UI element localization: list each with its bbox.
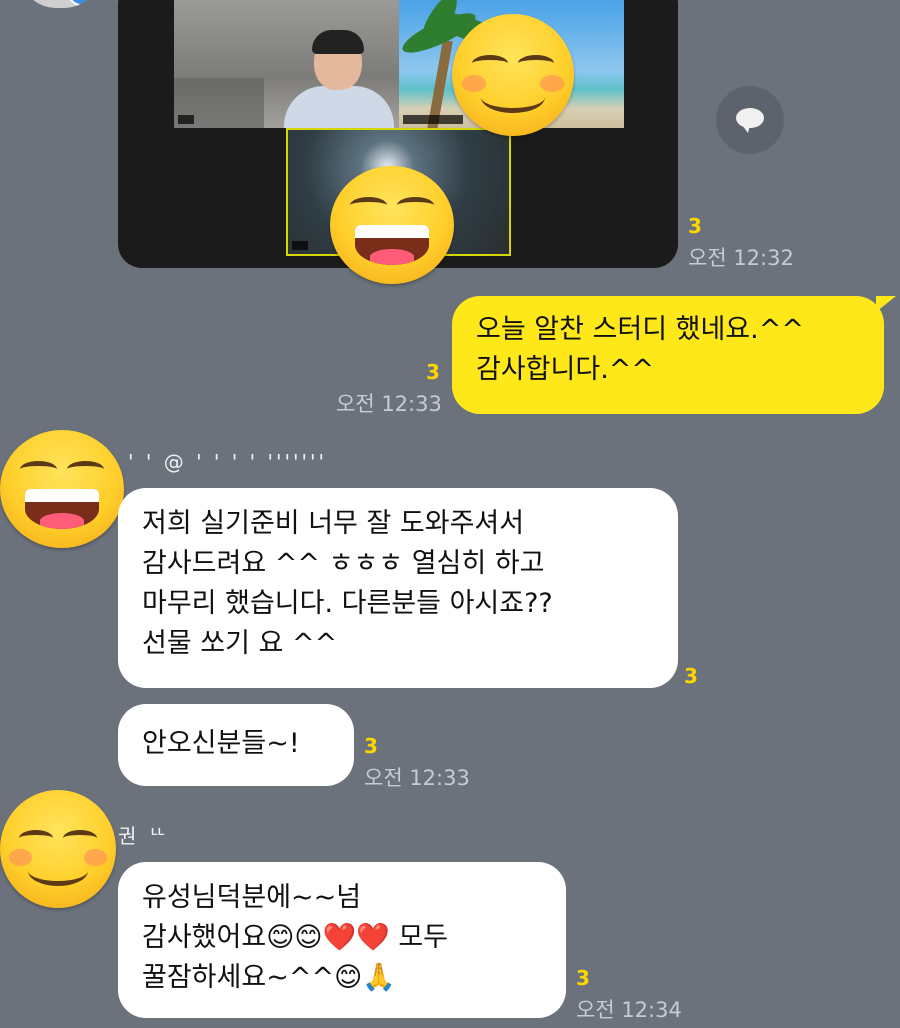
sender-avatar-smiling-face-emoji[interactable] [0,790,116,908]
incoming-message-bubble[interactable]: 안오신분들~! [118,704,354,786]
message-time: 오전 12:32 [688,246,794,270]
unread-count: 3 [684,664,698,688]
avatar-badge-icon [68,0,94,6]
unread-count: 3 [576,966,590,990]
message-time: 오전 12:33 [336,392,442,416]
unread-count: 3 [688,214,702,238]
top-avatar[interactable] [20,0,100,8]
incoming-message-bubble[interactable]: 유성님덕분에~~넘 감사했어요😊😊❤️❤️ 모두 꿀잠하세요~^^😊🙏 [118,862,566,1018]
sender-avatar-grinning-face-emoji[interactable] [0,430,124,548]
smiling-face-emoji [452,14,574,136]
grinning-face-emoji [330,166,454,284]
incoming-message-bubble[interactable]: 저희 실기준비 너무 잘 도와주셔서 감사드려요 ^^ ㅎㅎㅎ 열심히 하고 마… [118,488,678,688]
unread-count: 3 [426,360,440,384]
share-button[interactable] [716,86,784,154]
video-tile-1 [174,0,399,128]
message-time: 오전 12:33 [364,766,470,790]
message-time: 오전 12:34 [576,998,682,1022]
unread-count: 3 [364,734,378,758]
outgoing-message-bubble[interactable]: 오늘 알찬 스터디 했네요.^^ 감사합니다.^^ [452,296,884,414]
outgoing-bubble-tail [876,296,896,312]
sender-name: 권 ᄔ [118,824,171,848]
share-chat-icon [736,108,764,133]
sender-name: ' ' @ ' ' ' ' ''''''' [128,450,327,474]
